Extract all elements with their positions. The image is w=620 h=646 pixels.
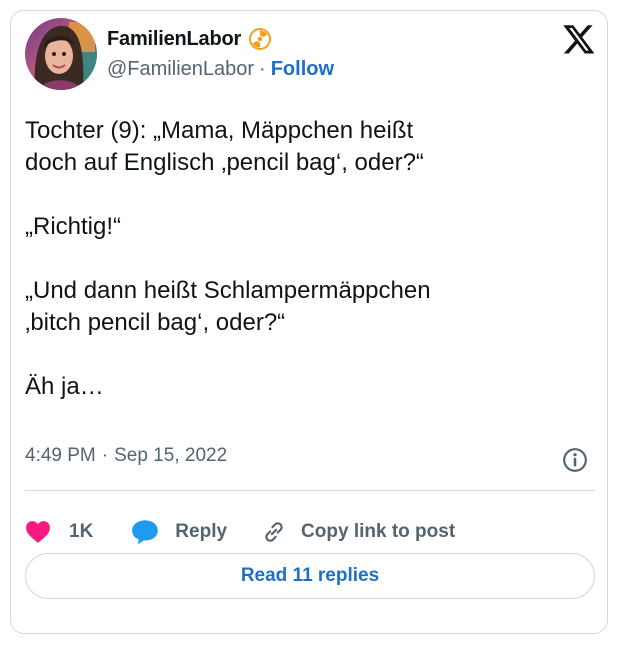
divider (25, 490, 595, 491)
info-icon[interactable] (562, 447, 588, 473)
display-name[interactable]: FamilienLabor (107, 28, 241, 51)
action-bar: 1K Reply Copy link to post (25, 514, 455, 550)
follow-button[interactable]: Follow (271, 58, 334, 81)
reply-label: Reply (175, 521, 228, 542)
reply-button[interactable]: Reply (131, 519, 227, 545)
read-replies-button[interactable]: Read 11 replies (25, 553, 595, 599)
handle-row: @FamilienLabor · Follow (107, 58, 334, 81)
tweet-timestamp[interactable]: 4:49 PM · Sep 15, 2022 (25, 445, 227, 467)
reply-bubble-icon (132, 520, 159, 545)
user-handle[interactable]: @FamilienLabor (107, 58, 254, 81)
user-name-row: FamilienLabor (107, 27, 272, 51)
tweet-time[interactable]: 4:49 PM (25, 445, 96, 467)
timestamp-separator: · (101, 445, 109, 466)
tweet-text: Tochter (9): „Mama, Mäppchen heißt doch … (25, 117, 431, 400)
x-logo-icon[interactable] (562, 22, 596, 56)
radioactive-badge-icon (249, 28, 272, 50)
tweet-date[interactable]: Sep 15, 2022 (114, 445, 227, 467)
like-button[interactable]: 1K (25, 520, 93, 544)
handle-separator: · (259, 58, 266, 80)
copy-link-label: Copy link to post (301, 521, 456, 542)
heart-icon (26, 521, 50, 543)
copy-link-button[interactable]: Copy link to post (261, 519, 455, 545)
avatar[interactable] (25, 18, 97, 90)
like-count: 1K (69, 521, 94, 542)
link-icon (265, 522, 283, 542)
